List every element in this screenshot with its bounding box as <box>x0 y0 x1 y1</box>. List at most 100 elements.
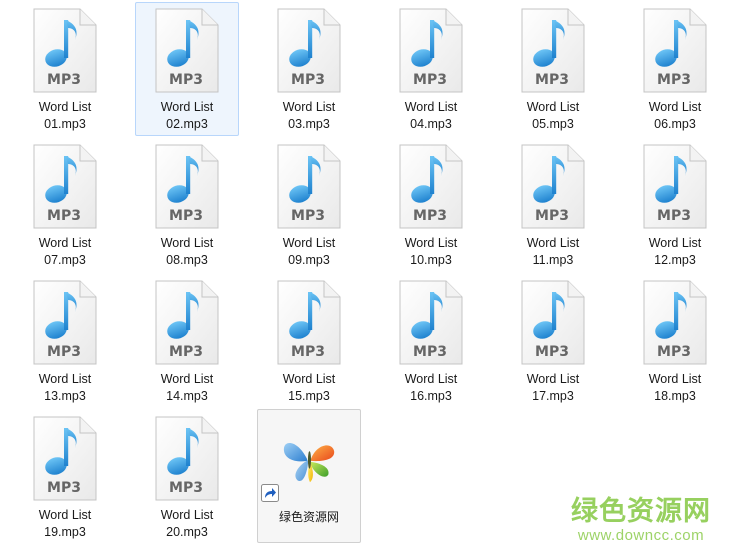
mp3-file-icon: MP3 <box>399 8 463 93</box>
file-name-line2: 13.mp3 <box>44 389 86 403</box>
file-name-line2: 12.mp3 <box>654 253 696 267</box>
file-name: Word List 08.mp3 <box>136 235 238 269</box>
mp3-file-icon: MP3 <box>155 144 219 229</box>
file-name: Word List 03.mp3 <box>258 99 360 133</box>
file-item[interactable]: MP3 Word List 09.mp3 <box>257 138 361 272</box>
file-item[interactable]: MP3 Word List 05.mp3 <box>501 2 605 136</box>
file-name-line2: 04.mp3 <box>410 117 452 131</box>
file-item[interactable]: MP3 Word List 15.mp3 <box>257 274 361 408</box>
mp3-file-icon: MP3 <box>277 8 341 93</box>
file-item[interactable]: MP3 Word List 16.mp3 <box>379 274 483 408</box>
mp3-badge-text: MP3 <box>535 208 569 224</box>
file-name: Word List 11.mp3 <box>502 235 604 269</box>
mp3-badge-text: MP3 <box>47 72 81 88</box>
file-name: Word List 01.mp3 <box>14 99 116 133</box>
file-name-line2: 01.mp3 <box>44 117 86 131</box>
file-name: Word List 05.mp3 <box>502 99 604 133</box>
file-item[interactable]: MP3 Word List 08.mp3 <box>135 138 239 272</box>
file-name: Word List 15.mp3 <box>258 371 360 405</box>
mp3-file-icon: MP3 <box>643 280 707 365</box>
mp3-badge-text: MP3 <box>169 208 203 224</box>
file-name-line2: 18.mp3 <box>654 389 696 403</box>
file-item[interactable]: MP3 Word List 01.mp3 <box>13 2 117 136</box>
file-name-line1: Word List <box>404 236 458 250</box>
file-name-line1: Word List <box>648 100 702 114</box>
file-item[interactable]: MP3 Word List 07.mp3 <box>13 138 117 272</box>
file-name: Word List 02.mp3 <box>136 99 238 133</box>
file-name: Word List 13.mp3 <box>14 371 116 405</box>
mp3-badge-text: MP3 <box>47 480 81 496</box>
file-name: Word List 19.mp3 <box>14 507 116 541</box>
file-name: Word List 10.mp3 <box>380 235 482 269</box>
mp3-file-icon: MP3 <box>521 144 585 229</box>
file-name-line1: Word List <box>526 100 580 114</box>
file-item[interactable]: MP3 Word List 03.mp3 <box>257 2 361 136</box>
file-name-line2: 20.mp3 <box>166 525 208 539</box>
file-name-line2: 09.mp3 <box>288 253 330 267</box>
file-name-line1: Word List <box>526 372 580 386</box>
mp3-badge-text: MP3 <box>413 72 447 88</box>
file-item[interactable]: MP3 Word List 14.mp3 <box>135 274 239 408</box>
mp3-file-icon: MP3 <box>277 144 341 229</box>
file-name-line1: Word List <box>38 100 92 114</box>
butterfly-app-icon <box>283 442 335 483</box>
mp3-badge-text: MP3 <box>291 208 325 224</box>
file-item[interactable]: MP3 Word List 04.mp3 <box>379 2 483 136</box>
file-name: Word List 04.mp3 <box>380 99 482 133</box>
file-name-line1: Word List <box>38 372 92 386</box>
file-item[interactable]: MP3 Word List 18.mp3 <box>623 274 727 408</box>
mp3-badge-text: MP3 <box>47 208 81 224</box>
shortcut-arrow-icon <box>261 484 279 502</box>
file-name-line1: Word List <box>160 508 214 522</box>
file-name: Word List 06.mp3 <box>624 99 726 133</box>
mp3-file-icon: MP3 <box>643 144 707 229</box>
file-name-line2: 08.mp3 <box>166 253 208 267</box>
file-item[interactable]: MP3 Word List 02.mp3 <box>135 2 239 136</box>
mp3-badge-text: MP3 <box>169 480 203 496</box>
file-item[interactable]: MP3 Word List 10.mp3 <box>379 138 483 272</box>
mp3-file-icon: MP3 <box>155 280 219 365</box>
mp3-file-icon: MP3 <box>399 280 463 365</box>
file-name: Word List 12.mp3 <box>624 235 726 269</box>
file-name-line2: 02.mp3 <box>166 117 208 131</box>
file-name-line2: 10.mp3 <box>410 253 452 267</box>
file-name-line1: Word List <box>282 236 336 250</box>
mp3-badge-text: MP3 <box>169 72 203 88</box>
file-name-line2: 07.mp3 <box>44 253 86 267</box>
shortcut-item[interactable]: 绿色资源网 <box>257 409 361 543</box>
file-item[interactable]: MP3 Word List 13.mp3 <box>13 274 117 408</box>
file-name-line1: Word List <box>282 100 336 114</box>
file-name: Word List 14.mp3 <box>136 371 238 405</box>
file-name-line2: 14.mp3 <box>166 389 208 403</box>
file-name-line1: Word List <box>648 236 702 250</box>
file-item[interactable]: MP3 Word List 20.mp3 <box>135 410 239 544</box>
file-name: Word List 07.mp3 <box>14 235 116 269</box>
file-item[interactable]: MP3 Word List 11.mp3 <box>501 138 605 272</box>
file-item[interactable]: MP3 Word List 17.mp3 <box>501 274 605 408</box>
file-item[interactable]: MP3 Word List 12.mp3 <box>623 138 727 272</box>
file-item[interactable]: MP3 Word List 19.mp3 <box>13 410 117 544</box>
mp3-file-icon: MP3 <box>155 416 219 501</box>
file-name-line1: Word List <box>648 372 702 386</box>
mp3-file-icon: MP3 <box>643 8 707 93</box>
file-name-line1: Word List <box>526 236 580 250</box>
file-name: Word List 16.mp3 <box>380 371 482 405</box>
mp3-badge-text: MP3 <box>169 344 203 360</box>
mp3-badge-text: MP3 <box>291 72 325 88</box>
mp3-file-icon: MP3 <box>277 280 341 365</box>
file-item[interactable]: MP3 Word List 06.mp3 <box>623 2 727 136</box>
file-name-line2: 03.mp3 <box>288 117 330 131</box>
mp3-badge-text: MP3 <box>47 344 81 360</box>
file-name-line2: 17.mp3 <box>532 389 574 403</box>
file-name: Word List 18.mp3 <box>624 371 726 405</box>
file-name-line1: Word List <box>38 236 92 250</box>
file-name-line1: Word List <box>160 372 214 386</box>
file-name: Word List 09.mp3 <box>258 235 360 269</box>
mp3-file-icon: MP3 <box>33 8 97 93</box>
file-name-line1: Word List <box>404 372 458 386</box>
mp3-file-icon: MP3 <box>155 8 219 93</box>
mp3-file-icon: MP3 <box>399 144 463 229</box>
mp3-badge-text: MP3 <box>535 72 569 88</box>
file-name-line1: Word List <box>160 236 214 250</box>
file-name-line1: Word List <box>38 508 92 522</box>
